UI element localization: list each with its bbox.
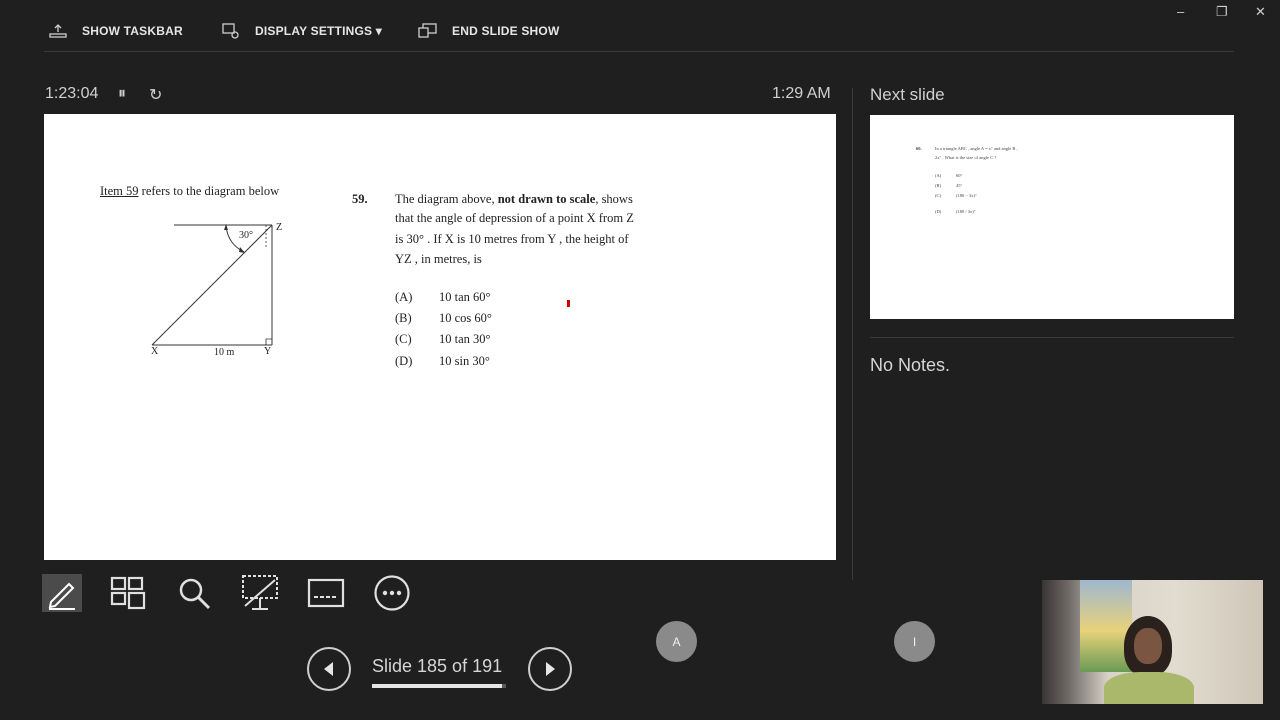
pause-timer-icon[interactable]: ⏸ — [118, 85, 126, 103]
question-number: 59. — [352, 192, 368, 206]
webcam-video — [1042, 580, 1263, 704]
presenter-shirt — [1104, 672, 1194, 704]
question-text-bold: not drawn to scale — [497, 192, 596, 206]
display-settings-button[interactable]: DISPLAY SETTINGS ▾ — [221, 20, 382, 42]
next-slide-thumbnail[interactable]: 60. In a triangle ABC , angle A = x° and… — [870, 115, 1234, 319]
pen-tool-button[interactable] — [42, 574, 82, 612]
vertex-z-label: Z — [276, 222, 283, 233]
question-line-2: that the angle of depression of a point … — [395, 211, 634, 225]
next-option-d-label: (D) — [935, 209, 942, 214]
option-a-label: (A) — [395, 290, 413, 304]
close-icon[interactable]: ✕ — [1255, 4, 1266, 20]
vertex-y-label: Y — [264, 346, 272, 357]
magnifier-icon — [179, 578, 211, 610]
next-slide-header: Next slide — [870, 85, 945, 104]
zoom-button[interactable] — [174, 574, 214, 612]
option-b-value: 10 cos 60° — [439, 311, 492, 325]
display-settings-icon — [222, 23, 239, 39]
display-settings-label: DISPLAY SETTINGS ▾ — [255, 24, 382, 38]
item-reference: Item 59 refers to the diagram below — [100, 184, 279, 199]
more-icon — [374, 575, 410, 611]
option-c-value: 10 tan 30° — [439, 332, 491, 346]
question-text-c: , shows — [595, 192, 633, 206]
item-reference-text: refers to the diagram below — [138, 184, 280, 198]
end-slide-show-button[interactable]: END SLIDE SHOW — [418, 20, 559, 42]
panel-divider — [852, 88, 853, 580]
see-all-slides-button[interactable] — [108, 574, 148, 612]
slide-progress-bar — [372, 684, 506, 688]
angle-label: 30° — [239, 230, 253, 241]
previous-slide-button[interactable] — [307, 647, 351, 691]
presenter-face — [1134, 628, 1162, 664]
current-slide[interactable]: Item 59 refers to the diagram below 30° … — [44, 114, 836, 560]
show-taskbar-label: SHOW TASKBAR — [82, 24, 183, 38]
question-line-3: is 30° . If X is 10 metres from Y , the … — [395, 232, 629, 246]
next-option-b-label: (B) — [935, 183, 941, 188]
next-option-c-value: (180 − 3x)° — [956, 193, 977, 198]
base-length-label: 10 m — [214, 347, 235, 358]
item-number: Item 59 — [100, 184, 139, 198]
next-option-c-label: (C) — [935, 193, 941, 198]
elapsed-timer: 1:23:04 — [45, 85, 99, 102]
restart-timer-icon[interactable]: ↻ — [149, 85, 162, 105]
speaker-notes: No Notes. — [870, 355, 951, 375]
next-arrow-icon — [546, 662, 555, 676]
option-d-value: 10 sin 30° — [439, 354, 490, 368]
option-b-label: (B) — [395, 311, 412, 325]
minimize-icon[interactable]: – — [1177, 4, 1184, 19]
question-line-4: YZ , in metres, is — [395, 252, 482, 266]
pen-icon — [48, 582, 75, 610]
restore-icon[interactable]: ❐ — [1216, 4, 1228, 20]
option-a-value: 10 tan 60° — [439, 290, 491, 304]
question-line-1: The diagram above, not drawn to scale, s… — [395, 192, 695, 207]
taskbar-icon — [49, 24, 67, 38]
grid-icon — [110, 576, 146, 610]
screen-off-icon — [242, 575, 278, 610]
avatar-a[interactable]: A — [656, 621, 697, 662]
slide-progress-fill — [372, 684, 502, 688]
previous-arrow-icon — [324, 662, 333, 676]
next-question-line-1: In a triangle ABC , angle A = x° and ang… — [935, 146, 1018, 151]
black-screen-button[interactable] — [240, 574, 280, 612]
option-c-label: (C) — [395, 332, 412, 346]
triangle-diagram — [151, 224, 273, 346]
question-text-a: The diagram above, — [395, 192, 498, 206]
next-question-number: 60. — [916, 146, 922, 151]
vertex-x-label: X — [151, 346, 159, 357]
avatar-i[interactable]: I — [894, 621, 935, 662]
slide-counter[interactable]: Slide 185 of 191 — [372, 656, 502, 677]
next-option-d-value: (180 / 3x)° — [956, 209, 976, 214]
next-option-b-value: 45° — [956, 183, 963, 188]
show-taskbar-button[interactable]: SHOW TASKBAR — [48, 20, 183, 42]
notes-divider — [870, 337, 1234, 338]
end-show-icon — [418, 23, 437, 38]
end-slide-show-label: END SLIDE SHOW — [452, 24, 560, 38]
subtitles-button[interactable] — [306, 574, 346, 612]
toolbar-divider — [44, 51, 1234, 52]
current-time: 1:29 AM — [772, 85, 831, 102]
next-slide-button[interactable] — [528, 647, 572, 691]
option-d-label: (D) — [395, 354, 413, 368]
laser-pointer — [567, 300, 570, 307]
subtitles-icon — [307, 578, 345, 608]
more-options-button[interactable] — [372, 574, 412, 612]
next-question-line-2: 2x° . What is the size of angle C ? — [935, 155, 997, 160]
next-option-a-label: (A) — [935, 173, 942, 178]
next-option-a-value: 60° — [956, 173, 963, 178]
